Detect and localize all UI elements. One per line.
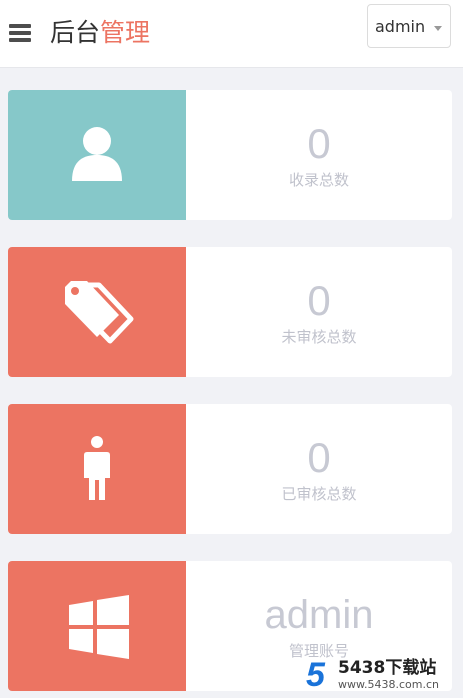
menu-icon[interactable]: [9, 24, 31, 42]
stat-area-unreviewed: 0 未审核总数: [186, 247, 452, 377]
stat-caption: 已审核总数: [281, 485, 357, 503]
user-menu-label: admin: [375, 17, 426, 36]
stat-card-reviewed[interactable]: 0 已审核总数: [8, 404, 452, 534]
watermark-title: 5438下载站: [338, 658, 437, 678]
stat-tile-unreviewed: [8, 247, 186, 377]
stat-area-reviewed: 0 已审核总数: [186, 404, 452, 534]
watermark-logo: 5: [306, 656, 325, 694]
stat-caption: 收录总数: [288, 171, 349, 189]
tags-icon: [65, 281, 134, 344]
title-main: 后台: [50, 18, 101, 47]
stat-card-unreviewed[interactable]: 0 未审核总数: [8, 247, 452, 377]
top-bar: 后台管理 admin: [0, 0, 463, 68]
stat-value: 0: [307, 120, 331, 167]
stat-value: admin: [264, 593, 374, 637]
person-icon: [84, 436, 110, 500]
user-icon: [72, 127, 122, 181]
stat-area-total: 0 收录总数: [186, 90, 452, 220]
stat-value: 0: [307, 277, 331, 324]
windows-icon: [69, 595, 129, 659]
title-accent: 管理: [100, 18, 151, 47]
page-title: 后台管理: [50, 16, 150, 50]
stat-tile-total: [8, 90, 186, 220]
chevron-down-icon: [434, 26, 442, 31]
stat-card-total[interactable]: 0 收录总数: [8, 90, 452, 220]
stat-value: 0: [307, 434, 331, 481]
stat-caption: 未审核总数: [281, 328, 357, 346]
stat-tile-reviewed: [8, 404, 186, 534]
watermark: 5 5438下载站 www.5438.com.cn: [306, 656, 458, 694]
user-menu-dropdown[interactable]: admin: [367, 4, 451, 48]
stat-tile-account: [8, 561, 186, 691]
watermark-url: www.5438.com.cn: [338, 678, 439, 691]
